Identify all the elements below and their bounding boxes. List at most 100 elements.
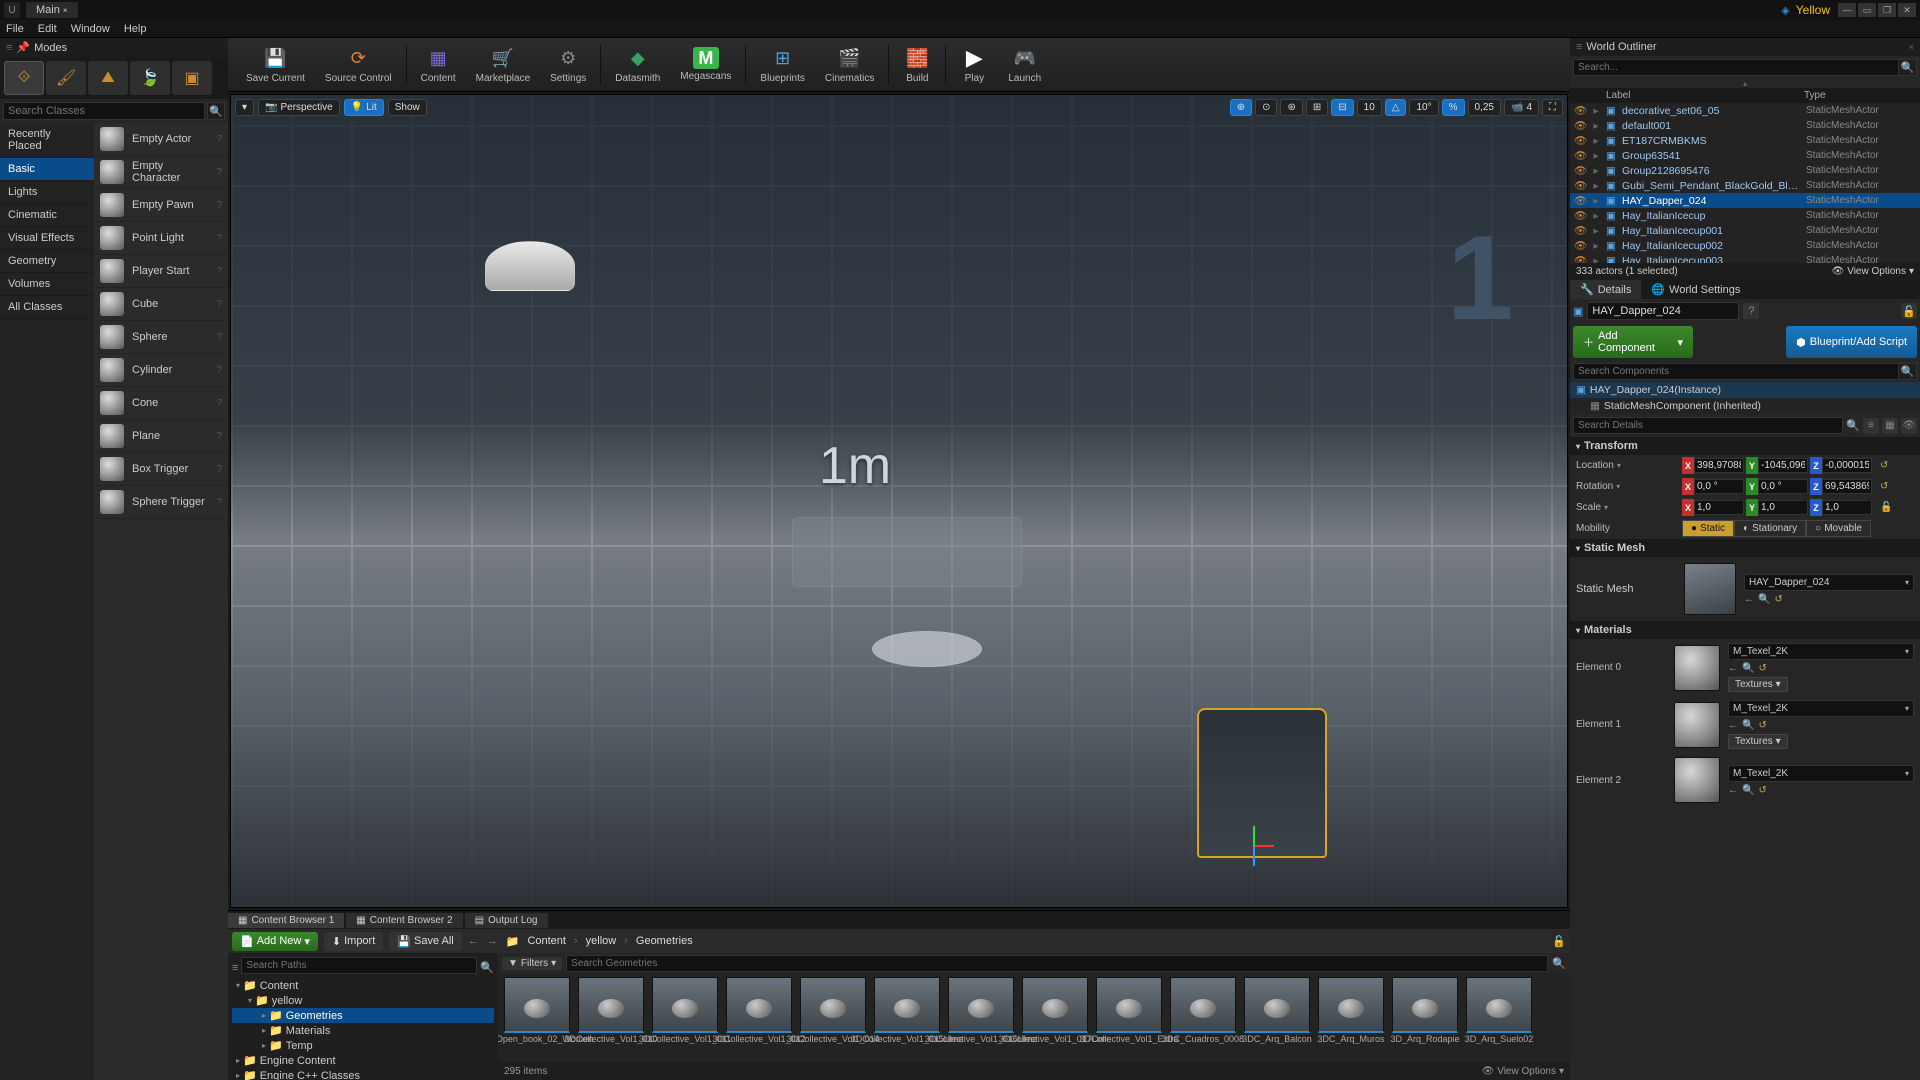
outliner-row[interactable]: 👁▸▣Gubi_Semi_Pendant_BlackGold_Black_Cop… bbox=[1570, 178, 1920, 193]
viewport[interactable]: 1m 1 ▾ 📷 Perspective 💡 Lit Show ⊕ ⊙ ⊛ ⊞ … bbox=[230, 94, 1568, 908]
scale-y[interactable] bbox=[1758, 500, 1808, 515]
toolbar-content[interactable]: ▦Content bbox=[411, 38, 466, 91]
content-browser-2-tab[interactable]: ▦ Content Browser 2 bbox=[346, 913, 462, 928]
actor-empty-actor[interactable]: Empty Actor? bbox=[94, 123, 228, 156]
category-cinematic[interactable]: Cinematic bbox=[0, 204, 94, 227]
level-tab[interactable]: Main× bbox=[26, 2, 78, 18]
outliner-view-options[interactable]: 👁 View Options ▾ bbox=[1832, 266, 1914, 277]
game-view-icon[interactable]: ⊕ bbox=[1230, 99, 1252, 116]
outliner-search-icon[interactable]: 🔍 bbox=[1899, 59, 1917, 76]
tree-geometries[interactable]: ▸📁Geometries bbox=[232, 1008, 494, 1023]
tree-yellow[interactable]: ▾📁yellow bbox=[232, 993, 494, 1008]
toolbar-settings[interactable]: ⚙Settings bbox=[540, 38, 596, 91]
toolbar-source-control[interactable]: ⟳Source Control bbox=[315, 38, 402, 91]
material-thumbnail[interactable] bbox=[1674, 757, 1720, 803]
location-y[interactable] bbox=[1758, 458, 1808, 473]
mat-use-icon[interactable]: ← bbox=[1728, 720, 1738, 731]
search-icon[interactable]: 🔍 bbox=[207, 102, 225, 120]
crumb-yellow[interactable]: yellow bbox=[586, 935, 617, 947]
scale-lock-icon[interactable]: 🔓 bbox=[1880, 502, 1892, 513]
angle-snap-toggle[interactable]: △ bbox=[1385, 99, 1407, 116]
world-settings-tab[interactable]: 🌐 World Settings bbox=[1641, 280, 1750, 299]
rotation-z[interactable] bbox=[1822, 479, 1872, 494]
foliage-mode-icon[interactable]: 🍃 bbox=[130, 61, 170, 95]
category-lights[interactable]: Lights bbox=[0, 181, 94, 204]
category-recently-placed[interactable]: Recently Placed bbox=[0, 123, 94, 158]
details-view-eye-icon[interactable]: 👁 bbox=[1901, 418, 1917, 434]
asset-item[interactable]: 3DCollective_Vol1_017Lime bbox=[1020, 977, 1090, 1058]
surface-snap-icon[interactable]: ⊞ bbox=[1306, 99, 1328, 116]
place-mode-icon[interactable]: ⟐ bbox=[4, 61, 44, 95]
material-dropdown[interactable]: M_Texel_2K▾ bbox=[1728, 643, 1914, 660]
mesh-use-icon[interactable]: ← bbox=[1744, 594, 1754, 605]
tree-engine-c-classes[interactable]: ▸📁Engine C++ Classes bbox=[232, 1068, 494, 1080]
outliner-row[interactable]: 👁▸▣Hay_ItalianIcecupStaticMeshActor bbox=[1570, 208, 1920, 223]
location-x[interactable] bbox=[1694, 458, 1744, 473]
minimize-button[interactable]: — bbox=[1838, 3, 1856, 17]
details-search-input[interactable] bbox=[1573, 417, 1843, 434]
details-tab[interactable]: 🔧 Details bbox=[1570, 280, 1641, 299]
show-button[interactable]: Show bbox=[388, 99, 427, 116]
mat-reset-icon[interactable]: ↺ bbox=[1758, 785, 1766, 796]
outliner-row[interactable]: 👁▸▣decorative_set06_05StaticMeshActor bbox=[1570, 103, 1920, 118]
rotation-y[interactable] bbox=[1758, 479, 1808, 494]
blueprint-add-script-button[interactable]: ⬢ Blueprint/Add Script bbox=[1786, 326, 1917, 358]
static-mesh-dropdown[interactable]: HAY_Dapper_024▾ bbox=[1744, 574, 1914, 591]
mesh-reset-icon[interactable]: ↺ bbox=[1774, 594, 1782, 605]
maximize-button[interactable]: ▭ bbox=[1858, 3, 1876, 17]
mat-use-icon[interactable]: ← bbox=[1728, 663, 1738, 674]
toolbar-build[interactable]: 🧱Build bbox=[893, 38, 941, 91]
actor-sphere[interactable]: Sphere? bbox=[94, 321, 228, 354]
asset-item[interactable]: 3DC_Cuadros_0008 bbox=[1168, 977, 1238, 1058]
save-all-button[interactable]: 💾 Save All bbox=[389, 932, 461, 951]
menu-help[interactable]: Help bbox=[124, 23, 147, 35]
asset-item[interactable]: 3DCollective_Vol1_010 bbox=[576, 977, 646, 1058]
grid-snap-value[interactable]: 10 bbox=[1357, 99, 1382, 116]
add-component-button[interactable]: ＋ Add Component ▾ bbox=[1573, 326, 1693, 358]
asset-item[interactable]: 3DCollective_Vol1_014 bbox=[798, 977, 868, 1058]
outliner-row[interactable]: 👁▸▣Group63541StaticMeshActor bbox=[1570, 148, 1920, 163]
actor-empty-character[interactable]: Empty Character? bbox=[94, 156, 228, 189]
actor-cone[interactable]: Cone? bbox=[94, 387, 228, 420]
mat-use-icon[interactable]: ← bbox=[1728, 785, 1738, 796]
category-basic[interactable]: Basic bbox=[0, 158, 94, 181]
viewport-options-button[interactable]: ▾ bbox=[235, 99, 254, 116]
component-search-input[interactable] bbox=[1573, 363, 1899, 380]
transform-gizmo[interactable] bbox=[1233, 826, 1273, 866]
toolbar-marketplace[interactable]: 🛒Marketplace bbox=[466, 38, 540, 91]
asset-search-icon[interactable]: 🔍 bbox=[1552, 957, 1566, 970]
stats-icon[interactable]: ⊛ bbox=[1280, 99, 1302, 116]
asset-item[interactable]: 3DCollective_Vol1_Extra bbox=[1094, 977, 1164, 1058]
maximize-viewport-icon[interactable]: ⛶ bbox=[1542, 99, 1563, 116]
scale-z[interactable] bbox=[1822, 500, 1872, 515]
material-dropdown[interactable]: M_Texel_2K▾ bbox=[1728, 765, 1914, 782]
mesh-browse-icon[interactable]: 🔍 bbox=[1758, 594, 1770, 605]
collapse-tree-icon[interactable]: ≡ bbox=[232, 962, 238, 974]
outliner-row[interactable]: 👁▸▣Hay_ItalianIcecup002StaticMeshActor bbox=[1570, 238, 1920, 253]
material-thumbnail[interactable] bbox=[1674, 645, 1720, 691]
tree-materials[interactable]: ▸📁Materials bbox=[232, 1023, 494, 1038]
mat-browse-icon[interactable]: 🔍 bbox=[1742, 785, 1754, 796]
location-z[interactable] bbox=[1822, 458, 1872, 473]
realtime-icon[interactable]: ⊙ bbox=[1255, 99, 1277, 116]
mobility-static[interactable]: ● Static bbox=[1682, 520, 1734, 537]
asset-item[interactable]: 3DCollective_Vol1_016Lime bbox=[946, 977, 1016, 1058]
lock-icon[interactable]: 🔓 bbox=[1552, 935, 1566, 948]
outliner-row[interactable]: 👁▸▣Group2128695476StaticMeshActor bbox=[1570, 163, 1920, 178]
details-view-list-icon[interactable]: ≡ bbox=[1863, 418, 1879, 434]
textures-button[interactable]: Textures ▾ bbox=[1728, 677, 1788, 692]
toolbar-save-current[interactable]: 💾Save Current bbox=[236, 38, 315, 91]
cb-view-options[interactable]: 👁 View Options ▾ bbox=[1482, 1066, 1564, 1077]
tree-search-input[interactable] bbox=[241, 957, 477, 974]
location-reset-icon[interactable]: ↺ bbox=[1880, 460, 1888, 471]
outliner-row[interactable]: 👁▸▣default001StaticMeshActor bbox=[1570, 118, 1920, 133]
actor-name-input[interactable] bbox=[1587, 302, 1739, 320]
content-browser-1-tab[interactable]: ▦ Content Browser 1 bbox=[228, 913, 344, 928]
outliner-search-input[interactable] bbox=[1573, 59, 1899, 76]
outliner-row[interactable]: 👁▸▣Hay_ItalianIcecup001StaticMeshActor bbox=[1570, 223, 1920, 238]
mat-browse-icon[interactable]: 🔍 bbox=[1742, 663, 1754, 674]
menu-edit[interactable]: Edit bbox=[38, 23, 57, 35]
modes-search-input[interactable] bbox=[3, 102, 205, 120]
actor-cylinder[interactable]: Cylinder? bbox=[94, 354, 228, 387]
toolbar-launch[interactable]: 🎮Launch bbox=[998, 38, 1051, 91]
